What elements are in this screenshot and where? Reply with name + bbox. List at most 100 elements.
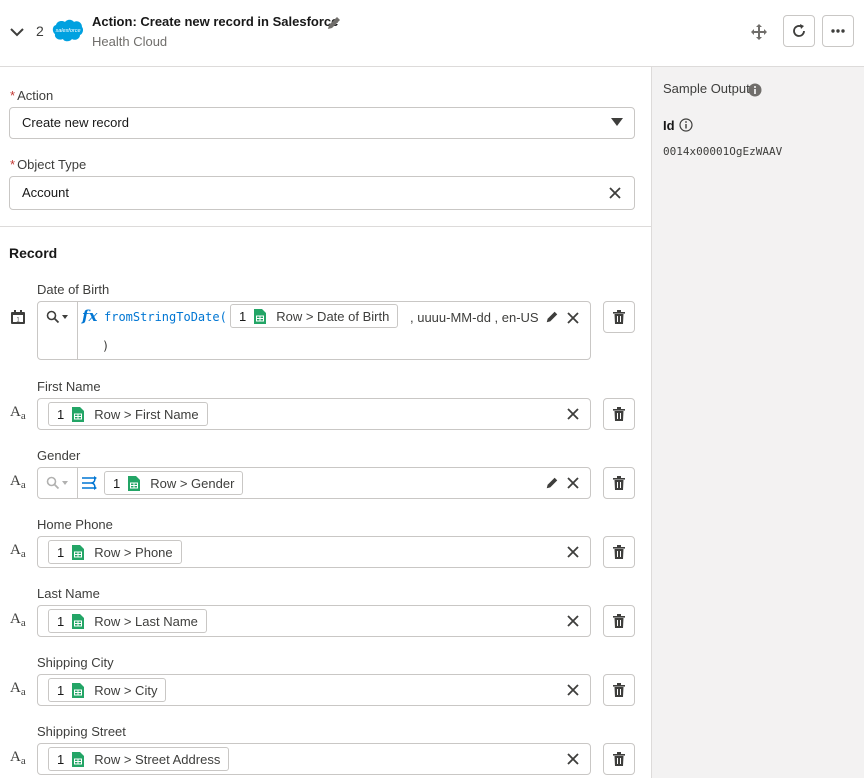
record-section-title: Record [9,245,58,261]
data-pill[interactable]: 1 Row > First Name [48,402,208,426]
trash-icon [613,310,625,324]
clear-icon[interactable] [566,311,580,325]
object-type-input[interactable] [9,176,635,210]
search-icon [46,476,60,490]
pill-label: Row > City [94,682,158,698]
sample-output-panel [651,67,864,778]
info-outline-icon[interactable] [679,118,693,132]
pill-label: Row > Last Name [94,613,198,629]
pill-label: Row > First Name [94,406,199,422]
search-type-dropdown[interactable] [37,468,77,498]
trash-icon [613,683,625,697]
text-icon: Aa [10,749,26,767]
field-label-date-of-birth: Date of Birth [37,282,110,297]
data-pill[interactable]: 1 Row > Date of Birth [230,304,399,328]
text-icon: Aa [10,680,26,698]
clear-icon[interactable] [566,545,580,559]
caret-down-small-icon [62,481,68,485]
field-label-shipping-city: Shipping City [37,655,114,670]
clear-icon[interactable] [566,407,580,421]
caret-down-icon[interactable] [611,118,623,126]
data-pill[interactable]: 1 Row > Street Address [48,747,230,771]
delete-field-button[interactable] [603,605,635,637]
section-divider [0,226,651,227]
field-label-home-phone: Home Phone [37,517,113,532]
refresh-button[interactable] [783,15,815,47]
step-number: 2 [36,23,44,39]
salesforce-logo-icon: salesforce [52,19,84,42]
more-actions-button[interactable] [822,15,854,47]
pill-label: Row > Street Address [94,751,221,767]
field-separator [77,468,78,498]
object-type-label: * Object Type [10,157,87,172]
pill-step-number: 1 [239,308,247,324]
data-pill[interactable]: 1 Row > Gender [104,471,244,495]
action-select-value: Create new record [22,115,129,130]
trash-icon [613,752,625,766]
clear-icon[interactable] [607,185,623,201]
data-pill[interactable]: 1 Row > City [48,678,167,702]
clear-icon[interactable] [566,683,580,697]
delete-field-button[interactable] [603,467,635,499]
formula-close: ) [102,339,110,353]
picklist-map-icon [82,476,97,490]
text-icon: Aa [10,542,26,560]
salesforce-logo-text: salesforce [55,28,80,34]
refresh-icon [793,24,805,37]
pill-step-number: 1 [57,406,65,422]
google-sheets-icon [72,406,85,422]
output-id-value: 0014x00001OgEzWAAV [663,145,783,158]
search-type-dropdown[interactable] [37,302,77,332]
field-label-gender: Gender [37,448,81,463]
field-label-last-name: Last Name [37,586,100,601]
pill-step-number: 1 [57,613,65,629]
google-sheets-icon [72,613,85,629]
step-title: Action: Create new record in Salesforce [92,14,339,29]
action-label: * Action [10,88,54,103]
calendar-icon: 1 [11,310,25,324]
sample-output-title: Sample Output [663,81,750,96]
formula-function: fromStringToDate( [104,310,227,324]
object-type-value: Account [22,185,69,200]
move-icon[interactable] [750,23,768,41]
google-sheets-icon [128,475,141,491]
search-icon [46,310,60,324]
delete-field-button[interactable] [603,398,635,430]
step-subtitle: Health Cloud [92,34,168,49]
clear-icon[interactable] [566,476,580,490]
delete-field-button[interactable] [603,536,635,568]
more-icon [831,29,845,33]
data-pill[interactable]: 1 Row > Last Name [48,609,207,633]
formula-arguments: , uuuu-MM-dd , en-US [410,310,539,325]
field-label-shipping-street: Shipping Street [37,724,126,739]
delete-field-button[interactable] [603,301,635,333]
delete-field-button[interactable] [603,743,635,775]
google-sheets-icon [72,682,85,698]
trash-icon [613,407,625,421]
pencil-icon[interactable] [326,15,342,31]
google-sheets-icon [254,308,267,324]
data-pill[interactable]: 1 Row > Phone [48,540,182,564]
clear-icon[interactable] [566,752,580,766]
chevron-down-icon[interactable] [8,23,26,41]
pill-label: Row > Phone [94,544,173,560]
google-sheets-icon [72,544,85,560]
pill-step-number: 1 [57,544,65,560]
caret-down-small-icon [62,315,68,319]
pill-step-number: 1 [113,475,121,491]
trash-icon [613,476,625,490]
text-icon: Aa [10,404,26,422]
google-sheets-icon [72,751,85,767]
pencil-icon[interactable] [545,310,559,324]
pencil-icon[interactable] [545,476,559,490]
clear-icon[interactable] [566,614,580,628]
field-label-first-name: First Name [37,379,101,394]
trash-icon [613,614,625,628]
text-icon: Aa [10,611,26,629]
delete-field-button[interactable] [603,674,635,706]
field-separator [77,302,78,359]
text-icon: Aa [10,473,26,491]
fx-icon: fx [82,307,98,325]
info-icon[interactable] [748,83,762,97]
pill-label: Row > Gender [150,475,235,491]
